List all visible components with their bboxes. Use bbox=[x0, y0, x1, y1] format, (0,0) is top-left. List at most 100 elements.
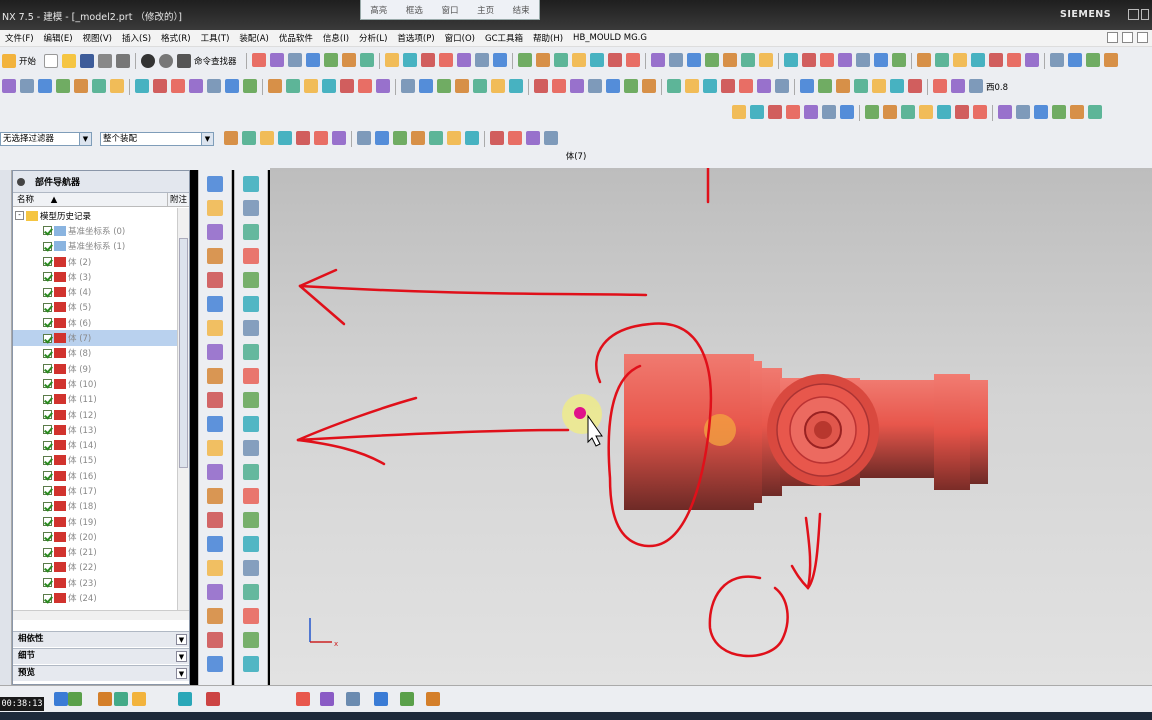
tool-icon[interactable] bbox=[304, 79, 318, 93]
tool-icon[interactable] bbox=[224, 130, 238, 145]
doc-close-button[interactable] bbox=[1137, 32, 1148, 43]
tool-icon[interactable] bbox=[1049, 53, 1064, 67]
menu-hb-mould[interactable]: HB_MOULD MG.G bbox=[568, 33, 652, 43]
tool-icon[interactable] bbox=[207, 584, 223, 600]
checkbox-icon[interactable] bbox=[43, 547, 52, 557]
tool-icon[interactable] bbox=[526, 130, 540, 145]
tool-icon[interactable] bbox=[1024, 53, 1039, 67]
tool-icon[interactable] bbox=[768, 105, 782, 119]
tool-icon[interactable] bbox=[704, 53, 719, 67]
tool-icon[interactable] bbox=[722, 53, 737, 67]
tool-icon[interactable] bbox=[132, 692, 146, 706]
tree-item[interactable]: 体 (11) bbox=[13, 392, 177, 407]
tree-item[interactable]: 体 (13) bbox=[13, 422, 177, 437]
minimize-button[interactable] bbox=[1128, 9, 1139, 20]
close-button[interactable] bbox=[1141, 9, 1149, 20]
tool-icon[interactable] bbox=[207, 536, 223, 552]
tree-item[interactable]: 体 (19) bbox=[13, 514, 177, 529]
tool-icon[interactable] bbox=[970, 53, 985, 67]
menu-analysis[interactable]: 分析(L) bbox=[354, 32, 392, 44]
tool-icon[interactable] bbox=[74, 79, 88, 93]
tool-icon[interactable] bbox=[243, 79, 257, 93]
tool-icon[interactable] bbox=[135, 79, 149, 93]
tool-icon[interactable] bbox=[171, 79, 185, 93]
tree-item[interactable]: 体 (3) bbox=[13, 269, 177, 284]
tool-icon[interactable] bbox=[243, 560, 259, 576]
tool-icon[interactable] bbox=[207, 464, 223, 480]
checkbox-icon[interactable] bbox=[43, 471, 52, 481]
tool-icon[interactable] bbox=[243, 608, 259, 624]
tool-icon[interactable] bbox=[1085, 53, 1100, 67]
tool-icon[interactable] bbox=[243, 248, 259, 264]
tool-icon[interactable] bbox=[207, 200, 223, 216]
tool-icon[interactable] bbox=[908, 79, 922, 93]
tool-icon[interactable] bbox=[535, 53, 550, 67]
paste-icon[interactable] bbox=[116, 54, 131, 68]
tree-item[interactable]: 体 (7) bbox=[13, 330, 177, 346]
tool-icon[interactable] bbox=[243, 488, 259, 504]
tool-icon[interactable] bbox=[1006, 53, 1021, 67]
tree-item[interactable]: 基准坐标系 (1) bbox=[13, 239, 177, 254]
tool-icon[interactable] bbox=[890, 79, 904, 93]
checkbox-icon[interactable] bbox=[43, 348, 52, 358]
tool-icon[interactable] bbox=[750, 105, 764, 119]
tool-icon[interactable] bbox=[901, 105, 915, 119]
tool-icon[interactable] bbox=[937, 105, 951, 119]
menu-edit[interactable]: 编辑(E) bbox=[39, 32, 78, 44]
tree-item[interactable]: 体 (6) bbox=[13, 315, 177, 330]
tool-icon[interactable] bbox=[739, 79, 753, 93]
pin-icon[interactable] bbox=[17, 177, 25, 186]
tool-icon[interactable] bbox=[804, 105, 818, 119]
checkbox-icon[interactable] bbox=[43, 364, 52, 374]
tool-icon[interactable] bbox=[933, 79, 947, 93]
tool-icon[interactable] bbox=[114, 692, 128, 706]
tool-icon[interactable] bbox=[206, 692, 220, 706]
tool-icon[interactable] bbox=[207, 79, 221, 93]
tool-icon[interactable] bbox=[854, 79, 868, 93]
tool-icon[interactable] bbox=[732, 105, 746, 119]
tool-icon[interactable] bbox=[243, 632, 259, 648]
tool-icon[interactable] bbox=[207, 344, 223, 360]
tool-icon[interactable] bbox=[703, 79, 717, 93]
tool-icon[interactable] bbox=[1103, 53, 1118, 67]
tool-icon[interactable] bbox=[740, 53, 755, 67]
menu-view[interactable]: 视图(V) bbox=[78, 32, 117, 44]
tool-icon[interactable] bbox=[243, 368, 259, 384]
tree-item[interactable]: 体 (20) bbox=[13, 529, 177, 544]
tool-icon[interactable] bbox=[758, 53, 773, 67]
tool-icon[interactable] bbox=[243, 464, 259, 480]
tool-icon[interactable] bbox=[517, 53, 532, 67]
tool-icon[interactable] bbox=[376, 79, 390, 93]
redo-icon[interactable] bbox=[159, 54, 174, 68]
tool-icon[interactable] bbox=[243, 392, 259, 408]
tool-icon[interactable] bbox=[855, 53, 870, 67]
tool-icon[interactable] bbox=[429, 130, 443, 145]
tool-icon[interactable] bbox=[153, 79, 167, 93]
tool-icon[interactable] bbox=[242, 130, 256, 145]
tool-icon[interactable] bbox=[207, 656, 223, 672]
tool-icon[interactable] bbox=[951, 79, 965, 93]
tree-item[interactable]: 体 (24) bbox=[13, 590, 177, 605]
tool-icon[interactable] bbox=[544, 130, 558, 145]
tool-icon[interactable] bbox=[465, 130, 479, 145]
tool-icon[interactable] bbox=[207, 272, 223, 288]
float-tool-2[interactable]: 窗口 bbox=[441, 4, 458, 16]
tool-icon[interactable] bbox=[251, 53, 266, 67]
type-filter-select[interactable]: 无选择过滤器 ▼ bbox=[0, 131, 92, 146]
tool-icon[interactable] bbox=[988, 53, 1003, 67]
checkbox-icon[interactable] bbox=[43, 517, 52, 527]
tool-icon[interactable] bbox=[509, 79, 523, 93]
menu-assembly[interactable]: 装配(A) bbox=[234, 32, 273, 44]
tool-icon[interactable] bbox=[822, 105, 836, 119]
checkbox-icon[interactable] bbox=[43, 257, 52, 267]
float-tool-0[interactable]: 高亮 bbox=[370, 4, 387, 16]
collapse-icon[interactable]: - bbox=[15, 211, 24, 221]
tree-item[interactable]: 体 (9) bbox=[13, 361, 177, 376]
tool-icon[interactable] bbox=[269, 53, 284, 67]
tool-icon[interactable] bbox=[178, 692, 192, 706]
tree-item[interactable]: 基准坐标系 (0) bbox=[13, 223, 177, 238]
tree-item[interactable]: 体 (17) bbox=[13, 483, 177, 498]
checkbox-icon[interactable] bbox=[43, 226, 52, 236]
tool-icon[interactable] bbox=[865, 105, 879, 119]
tree-item[interactable]: 体 (14) bbox=[13, 437, 177, 452]
